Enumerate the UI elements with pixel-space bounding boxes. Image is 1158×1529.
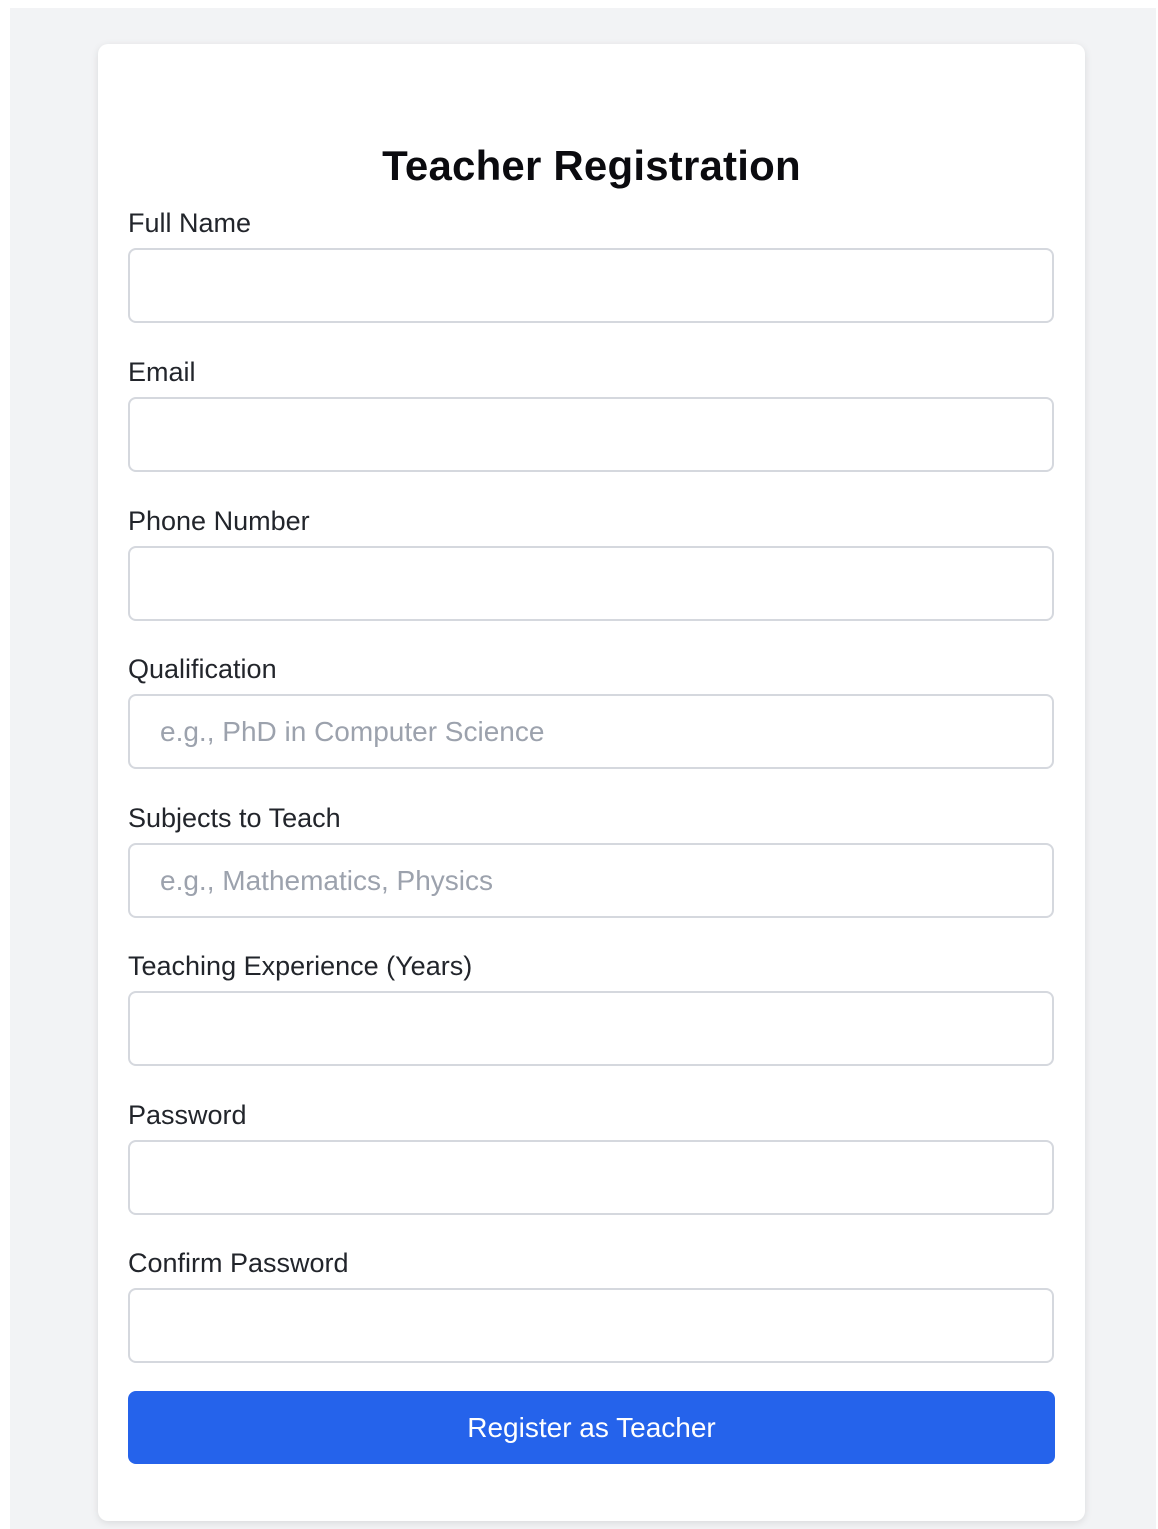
subjects-label: Subjects to Teach	[128, 803, 341, 833]
phone-number-group: Phone Number	[128, 502, 1054, 621]
confirm-password-label: Confirm Password	[128, 1248, 349, 1278]
phone-number-label: Phone Number	[128, 506, 310, 536]
register-button[interactable]: Register as Teacher	[128, 1391, 1055, 1464]
full-name-label: Full Name	[128, 208, 252, 238]
qualification-group: Qualification	[128, 650, 1054, 769]
subjects-group: Subjects to Teach	[128, 799, 1054, 918]
phone-number-input[interactable]	[128, 546, 1054, 621]
qualification-label: Qualification	[128, 654, 277, 684]
password-input[interactable]	[128, 1140, 1054, 1215]
email-label: Email	[128, 357, 196, 387]
teaching-experience-input[interactable]	[128, 991, 1054, 1066]
password-group: Password	[128, 1096, 1054, 1215]
confirm-password-input[interactable]	[128, 1288, 1054, 1363]
teaching-experience-group: Teaching Experience (Years)	[128, 947, 1054, 1066]
page-background: Teacher Registration Full Name Email Pho…	[10, 8, 1156, 1529]
registration-card: Teacher Registration Full Name Email Pho…	[98, 44, 1085, 1521]
email-group: Email	[128, 353, 1054, 472]
qualification-input[interactable]	[128, 694, 1054, 769]
full-name-input[interactable]	[128, 248, 1054, 323]
subjects-input[interactable]	[128, 843, 1054, 918]
email-input[interactable]	[128, 397, 1054, 472]
teaching-experience-label: Teaching Experience (Years)	[128, 951, 473, 981]
password-label: Password	[128, 1100, 247, 1130]
page-title: Teacher Registration	[382, 142, 801, 189]
full-name-group: Full Name	[128, 204, 1054, 323]
confirm-password-group: Confirm Password	[128, 1244, 1054, 1363]
